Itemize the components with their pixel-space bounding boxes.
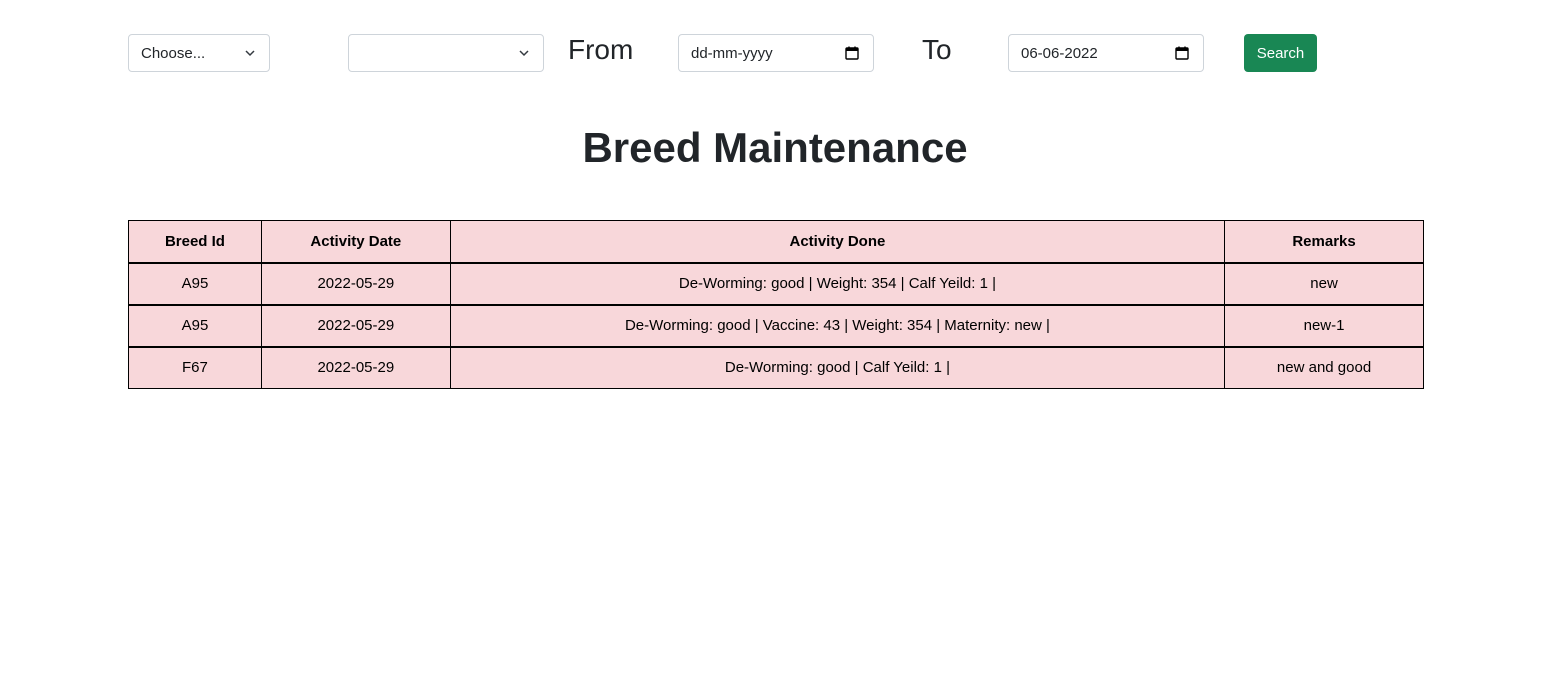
cell-activity-date: 2022-05-29 xyxy=(260,346,451,389)
cell-activity-done: De-Worming: good | Weight: 354 | Calf Ye… xyxy=(449,262,1226,305)
search-button[interactable]: Search xyxy=(1244,34,1317,72)
chevron-down-icon xyxy=(519,50,529,57)
cell-remarks: new-1 xyxy=(1224,304,1424,347)
cell-activity-done: De-Worming: good | Calf Yeild: 1 | xyxy=(449,346,1226,389)
from-date-value: dd-mm-yyyy xyxy=(691,44,773,62)
header-breed-id: Breed Id xyxy=(128,220,262,263)
cell-remarks: new xyxy=(1224,262,1424,305)
cell-activity-date: 2022-05-29 xyxy=(260,262,451,305)
table-row: A95 2022-05-29 De-Worming: good | Weight… xyxy=(128,262,1424,305)
cell-breed-id: F67 xyxy=(128,346,262,389)
category-select[interactable]: Choose... xyxy=(128,34,270,72)
from-label: From xyxy=(568,34,634,65)
cell-remarks: new and good xyxy=(1224,346,1424,389)
cell-breed-id: A95 xyxy=(128,262,262,305)
calendar-icon[interactable] xyxy=(845,46,859,60)
cell-activity-date: 2022-05-29 xyxy=(260,304,451,347)
table-header-row: Breed Id Activity Date Activity Done Rem… xyxy=(128,220,1424,263)
cell-activity-done: De-Worming: good | Vaccine: 43 | Weight:… xyxy=(449,304,1226,347)
page-title: Breed Maintenance xyxy=(582,124,968,171)
breed-table: Breed Id Activity Date Activity Done Rem… xyxy=(128,220,1424,389)
table-row: A95 2022-05-29 De-Worming: good | Vaccin… xyxy=(128,304,1424,347)
from-date-input[interactable]: dd-mm-yyyy xyxy=(678,34,874,72)
category-select-value: Choose... xyxy=(141,44,206,62)
header-activity-date: Activity Date xyxy=(260,220,451,263)
chevron-down-icon xyxy=(245,50,255,57)
to-date-value: 06-06-2022 xyxy=(1021,44,1098,62)
to-date-input[interactable]: 06-06-2022 xyxy=(1008,34,1204,72)
cell-breed-id: A95 xyxy=(128,304,262,347)
secondary-select[interactable] xyxy=(348,34,544,72)
to-label: To xyxy=(922,34,952,65)
header-activity-done: Activity Done xyxy=(449,220,1226,263)
calendar-icon[interactable] xyxy=(1175,46,1189,60)
header-remarks: Remarks xyxy=(1224,220,1424,263)
table-row: F67 2022-05-29 De-Worming: good | Calf Y… xyxy=(128,346,1424,389)
